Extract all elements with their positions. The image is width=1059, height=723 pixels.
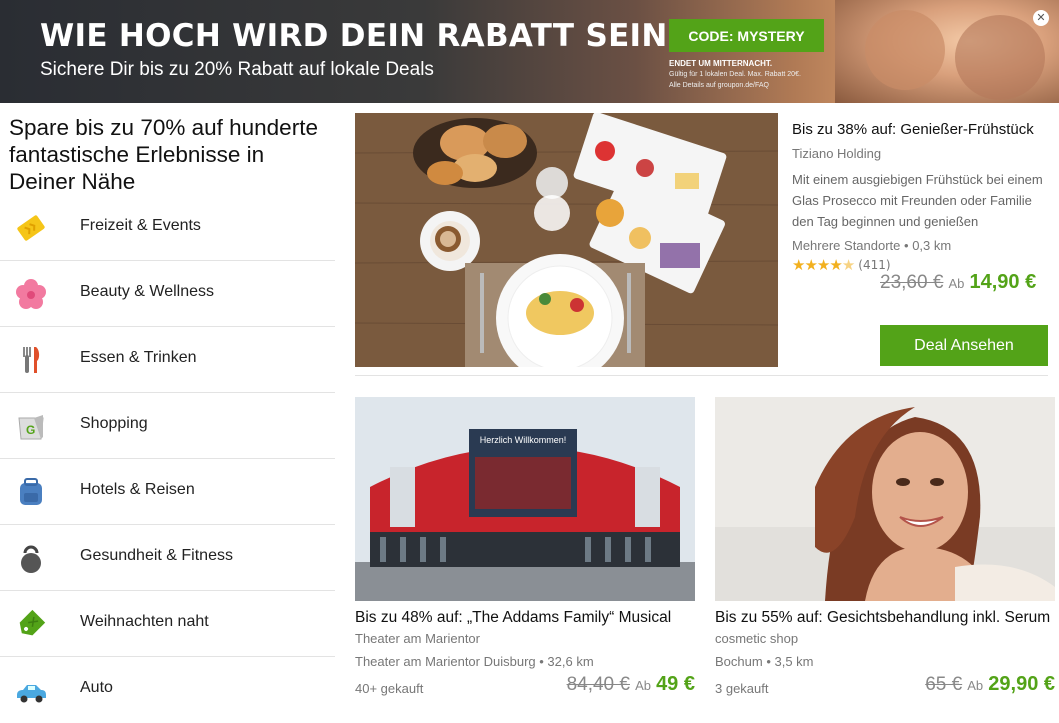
category-label: Weihnachten naht — [80, 613, 209, 630]
old-price: 23,60 € — [880, 272, 944, 293]
price-row: 3 gekauft 65 € Ab 29,90 € — [715, 673, 1055, 701]
deal-card-info: Bis zu 48% auf: „The Addams Family“ Musi… — [355, 609, 695, 701]
price-row: 40+ gekauft 84,40 € Ab 49 € — [355, 673, 695, 701]
category-beauty-wellness[interactable]: Beauty & Wellness — [0, 261, 335, 327]
category-label: Beauty & Wellness — [80, 283, 214, 300]
category-label: Hotels & Reisen — [80, 481, 195, 498]
banner-fine-print-faq: Alle Details auf groupon.de/FAQ — [669, 82, 770, 89]
price-from-label: Ab — [967, 678, 984, 693]
price-from-label: Ab — [635, 678, 651, 693]
category-list: Freizeit & Events Beauty & Wellness Esse… — [0, 195, 335, 723]
deal-title[interactable]: Bis zu 55% auf: Gesichtsbehandlung inkl.… — [715, 609, 1055, 627]
category-essen-trinken[interactable]: Essen & Trinken — [0, 327, 335, 393]
deal-location: Bochum — [715, 654, 763, 669]
deal-description: Mit einem ausgiebigen Frühstück bei eine… — [792, 172, 1043, 229]
deal-card-info: Bis zu 55% auf: Gesichtsbehandlung inkl.… — [715, 609, 1055, 701]
category-label: Gesundheit & Fitness — [80, 547, 233, 564]
bought-count: 40+ gekauft — [355, 681, 424, 696]
deal-distance: • 32,6 km — [539, 654, 594, 669]
featured-deal[interactable]: Bis zu 38% auf: Genießer-Frühstück Tizia… — [355, 113, 1048, 375]
deal-card[interactable]: Bis zu 55% auf: Gesichtsbehandlung inkl.… — [715, 397, 1055, 696]
category-weihnachten[interactable]: Weihnachten naht — [0, 591, 335, 657]
deal-distance: • 3,5 km — [766, 654, 814, 669]
deal-merchant: Tiziano Holding — [792, 146, 882, 161]
deal-merchant: Theater am Marientor — [355, 631, 480, 646]
deal-card-image[interactable]: Herzlich Willkommen! — [355, 397, 695, 601]
price-from-label: Ab — [948, 276, 965, 291]
deal-location: Theater am Marientor Duisburg — [355, 654, 536, 669]
theater-sign: Herzlich Willkommen! — [480, 435, 567, 445]
deal-title[interactable]: Bis zu 38% auf: Genießer-Frühstück — [792, 121, 1048, 138]
promo-code-button[interactable]: CODE: MYSTERY — [669, 19, 824, 52]
category-shopping[interactable]: G Shopping — [0, 393, 335, 459]
flower-icon — [16, 279, 46, 309]
deal-location-row: Theater am Marientor Duisburg • 32,6 km — [355, 654, 695, 669]
deal-location: Mehrere Standorte — [792, 238, 901, 253]
deal-location-row: Bochum • 3,5 km — [715, 654, 1055, 669]
promo-banner[interactable]: WIE HOCH WIRD DEIN RABATT SEIN? Sichere … — [0, 0, 1059, 103]
deal-card-image[interactable] — [715, 397, 1055, 601]
svg-text:G: G — [26, 423, 35, 437]
new-price: 49 € — [656, 673, 695, 695]
category-auto[interactable]: Auto — [0, 657, 335, 723]
theater-photo: Herzlich Willkommen! — [355, 397, 695, 601]
deal-distance: • 0,3 km — [904, 238, 952, 253]
star-icon: ★ — [792, 256, 805, 274]
rating-count: (411) — [858, 258, 891, 272]
price-row: 23,60 € Ab 14,90 € — [880, 271, 1036, 294]
breakfast-photo — [355, 113, 778, 367]
deal-location-row: Mehrere Standorte • 0,3 km — [792, 238, 1048, 253]
woman-portrait-photo — [715, 397, 1055, 601]
deal-merchant: cosmetic shop — [715, 631, 799, 646]
deal-title[interactable]: Bis zu 48% auf: „The Addams Family“ Musi… — [355, 609, 695, 627]
backpack-icon — [20, 478, 42, 505]
old-price: 84,40 € — [566, 674, 630, 695]
star-icon: ★ — [829, 256, 842, 274]
view-deal-button[interactable]: Deal Ansehen — [880, 325, 1048, 366]
bought-count: 3 gekauft — [715, 681, 769, 696]
category-freizeit-events[interactable]: Freizeit & Events — [0, 195, 335, 261]
close-icon[interactable]: ✕ — [1033, 10, 1049, 26]
shopping-bag-icon: G — [18, 415, 44, 440]
divider — [355, 375, 1048, 376]
gift-tag-icon — [19, 609, 46, 636]
category-label: Freizeit & Events — [80, 217, 201, 234]
banner-subtitle: Sichere Dir bis zu 20% Rabatt auf lokale… — [40, 59, 434, 80]
banner-ends-text: ENDET UM MITTERNACHT. — [669, 59, 773, 68]
category-label: Auto — [80, 679, 113, 696]
ticket-icon — [17, 215, 45, 241]
category-gesundheit-fitness[interactable]: Gesundheit & Fitness — [0, 525, 335, 591]
banner-photo — [835, 0, 1059, 103]
featured-deal-info: Bis zu 38% auf: Genießer-Frühstück Tizia… — [792, 113, 1048, 293]
kettlebell-icon — [21, 545, 41, 573]
car-icon — [17, 685, 46, 703]
deal-card[interactable]: Herzlich Willkommen! Bis zu 48% auf: „Th… — [355, 397, 695, 696]
rating-stars: ★★★★★ — [792, 256, 855, 274]
category-hotels-reisen[interactable]: Hotels & Reisen — [0, 459, 335, 525]
sidebar-title: Spare bis zu 70% auf hunderte fantastisc… — [9, 115, 318, 194]
banner-title: WIE HOCH WIRD DEIN RABATT SEIN? — [40, 18, 686, 54]
banner-fine-print: Gültig für 1 lokalen Deal. Max. Rabatt 2… — [669, 71, 801, 78]
category-label: Essen & Trinken — [80, 349, 197, 366]
half-star-icon: ★ — [841, 256, 855, 274]
new-price: 14,90 € — [969, 271, 1037, 293]
category-label: Shopping — [80, 415, 148, 432]
star-icon: ★ — [816, 256, 830, 274]
old-price: 65 € — [925, 674, 963, 695]
cutlery-icon — [23, 347, 40, 373]
new-price: 29,90 € — [988, 673, 1055, 695]
star-icon: ★ — [804, 256, 817, 274]
featured-deal-image[interactable] — [355, 113, 778, 367]
